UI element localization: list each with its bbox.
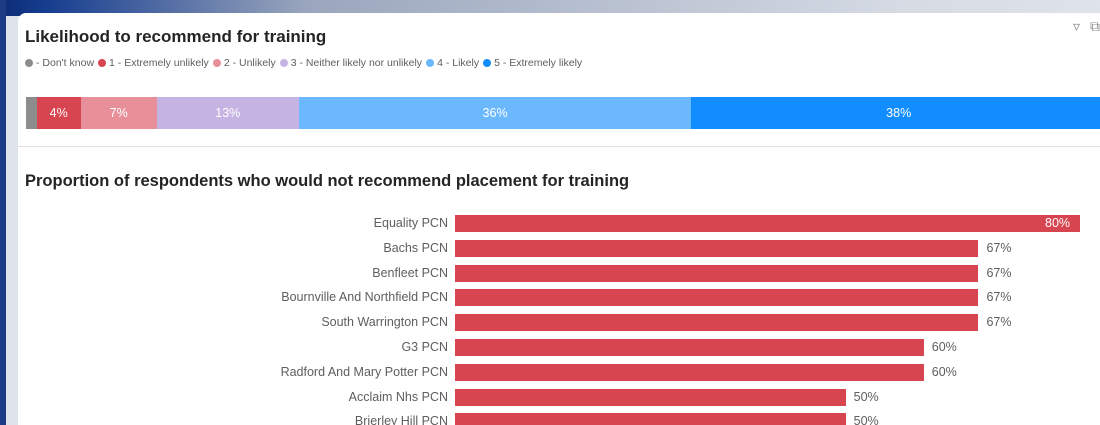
section-divider [18, 146, 1100, 147]
bar[interactable] [455, 413, 846, 425]
bar-category-label: Equality PCN [373, 216, 448, 230]
legend-item[interactable]: 1 - Extremely unlikely [98, 57, 209, 69]
bar-category-label: Benfleet PCN [372, 265, 448, 280]
bar-value-label: 80% [1045, 216, 1071, 230]
bar-category-label: South Warrington PCN [321, 315, 448, 330]
legend-item[interactable]: 4 - Likely [426, 57, 479, 69]
stack-segment[interactable]: 4% [36, 97, 81, 129]
bar-row: Brierley Hill PCN 50% [18, 413, 1100, 425]
bar-row: South Warrington PCN 67% [18, 314, 1100, 332]
legend-label: 2 - Unlikely [223, 57, 276, 69]
likelihood-legend: - Don't know 1 - Extremely unlikely 2 - Un… [25, 57, 586, 69]
legend-dot [212, 59, 221, 67]
visual-header-icons: ▿ ⧉ [1073, 19, 1100, 33]
bar-value-label: 50% [853, 389, 879, 404]
stack-segment[interactable]: 13% [156, 97, 299, 129]
stack-segment[interactable] [26, 97, 37, 129]
filter-icon[interactable]: ▿ [1073, 19, 1080, 33]
bar[interactable] [455, 339, 924, 356]
legend-item[interactable]: 3 - Neither likely nor unlikely [279, 57, 423, 69]
likelihood-stacked-bar: 4% 7% 13% 36% 38% [26, 97, 1100, 129]
legend-dot [25, 59, 33, 67]
legend-item[interactable]: 5 - Extremely likely [483, 57, 582, 69]
stack-segment[interactable]: 7% [80, 97, 157, 129]
bar-value-label: 67% [986, 315, 1012, 330]
stack-segment[interactable]: 38% [691, 97, 1100, 129]
bar[interactable] [455, 289, 979, 307]
bar-category-label: G3 PCN [401, 340, 448, 354]
bar-category-label: Bournville And Northfield PCN [281, 290, 448, 305]
legend-label: 3 - Neither likely nor unlikely [290, 57, 423, 69]
legend-label: 4 - Likely [437, 57, 480, 69]
bar[interactable] [455, 264, 979, 282]
legend-dot [279, 59, 288, 67]
legend-label: 5 - Extremely likely [494, 57, 583, 69]
likelihood-chart-title: Likelihood to recommend for training [25, 27, 327, 46]
bar[interactable] [455, 239, 979, 257]
report-panel: ▿ ⧉ Likelihood to recommend for training… [18, 13, 1100, 425]
proportion-chart-title: Proportion of respondents who would not … [25, 172, 630, 190]
bar-row: G3 PCN 60% [18, 339, 1100, 356]
legend-dot [98, 59, 107, 67]
bar-row: Radford And Mary Potter PCN 60% [18, 363, 1100, 381]
bar-value-label: 67% [986, 265, 1012, 280]
bar[interactable] [455, 388, 846, 406]
bar-value-label: 67% [986, 290, 1012, 305]
bar-category-label: Brierley Hill PCN [354, 414, 448, 425]
bar-row: Equality PCN 80% [18, 215, 1100, 232]
legend-dot [426, 59, 435, 67]
visual-frame: ▿ ⧉ Likelihood to recommend for training… [0, 0, 1100, 425]
bar-value-label: 60% [931, 340, 957, 354]
focus-mode-icon[interactable]: ⧉ [1090, 19, 1100, 33]
bar-category-label: Acclaim Nhs PCN [348, 389, 448, 404]
bar-value-label: 50% [853, 414, 879, 425]
legend-label: - Don't know [36, 57, 95, 69]
bar-row: Acclaim Nhs PCN 50% [18, 388, 1100, 406]
stack-segment[interactable]: 36% [298, 97, 692, 129]
legend-label: 1 - Extremely unlikely [109, 57, 209, 69]
legend-item[interactable]: 2 - Unlikely [212, 57, 276, 69]
bar[interactable] [455, 363, 924, 381]
bar[interactable] [455, 314, 979, 332]
bar[interactable] [455, 215, 1080, 232]
legend-dot [483, 59, 492, 67]
bar-category-label: Radford And Mary Potter PCN [280, 364, 448, 379]
legend-item[interactable]: - Don't know [25, 57, 94, 69]
bar-row: Bournville And Northfield PCN 67% [18, 289, 1100, 307]
bar-value-label: 60% [931, 364, 957, 379]
bar-row: Benfleet PCN 67% [18, 264, 1100, 282]
bar-row: Bachs PCN 67% [18, 239, 1100, 257]
bar-value-label: 67% [986, 240, 1012, 255]
bar-category-label: Bachs PCN [383, 240, 448, 255]
